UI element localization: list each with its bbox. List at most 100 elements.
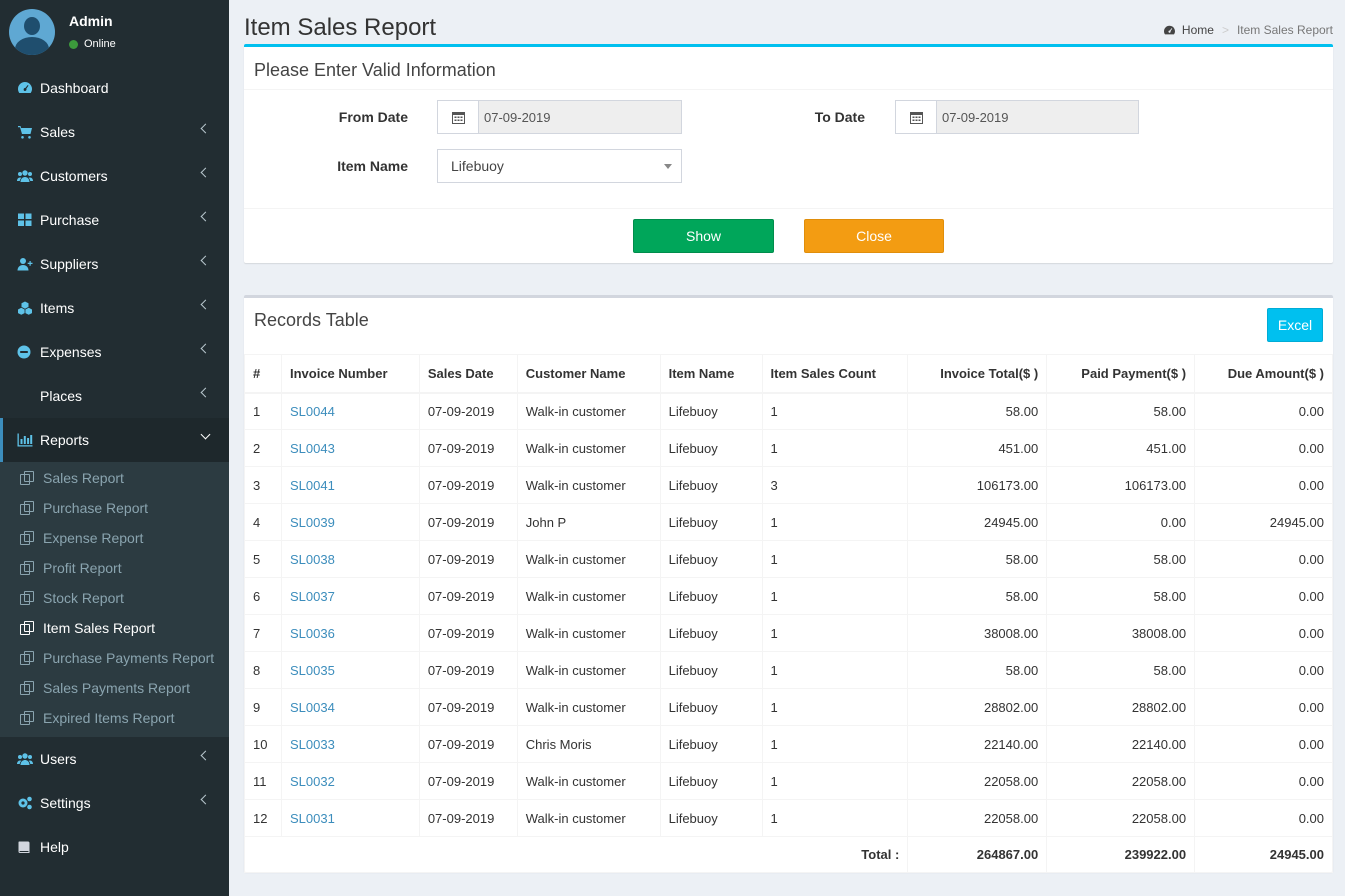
close-button[interactable]: Close: [804, 219, 944, 253]
invoice-number-link[interactable]: SL0035: [280, 651, 420, 689]
breadcrumb: Home > Item Sales Report: [1163, 23, 1333, 37]
sidebar-item-sales[interactable]: Sales: [0, 110, 229, 154]
item-name: Lifebuoy: [659, 651, 763, 689]
customer-name: Walk-in customer: [516, 614, 661, 652]
submenu-item-label: Profit Report: [43, 560, 122, 576]
sidebar-item-reports[interactable]: Reports: [0, 418, 229, 462]
column-header[interactable]: Sales Date: [418, 354, 518, 394]
show-button[interactable]: Show: [633, 219, 774, 253]
item-name-select[interactable]: Lifebuoy: [437, 149, 682, 183]
paid-payment: 451.00: [1046, 429, 1196, 467]
column-header[interactable]: Item Sales Count: [761, 354, 909, 394]
sidebar-item-users[interactable]: Users: [0, 737, 229, 781]
invoice-number-link[interactable]: SL0031: [280, 799, 420, 837]
table-row: 10 SL0033 07-09-2019 Chris Moris Lifebuoy 1 22…: [244, 725, 1333, 763]
sidebar-item-expenses[interactable]: Expenses: [0, 330, 229, 374]
table-row: 1 SL0044 07-09-2019 Walk-in customer Lifebuo…: [244, 392, 1333, 430]
user-status-label: Online: [84, 38, 116, 50]
column-header[interactable]: #: [244, 354, 282, 394]
customer-name: Walk-in customer: [516, 762, 661, 800]
submenu-item-expired-items-report[interactable]: Expired Items Report: [0, 703, 229, 733]
sidebar-item-dashboard[interactable]: Dashboard: [0, 66, 229, 110]
chevron-down-icon: [200, 429, 211, 440]
submenu-item-label: Purchase Report: [43, 500, 149, 516]
column-header[interactable]: Invoice Number: [280, 354, 420, 394]
table-row: 7 SL0036 07-09-2019 Walk-in customer Lifebuo…: [244, 614, 1333, 652]
submenu-item-label: Sales Report: [43, 470, 124, 486]
submenu-item-expense-report[interactable]: Expense Report: [0, 523, 229, 553]
sales-date: 07-09-2019: [418, 651, 518, 689]
sales-date: 07-09-2019: [418, 762, 518, 800]
item-name: Lifebuoy: [659, 466, 763, 504]
item-name: Lifebuoy: [659, 762, 763, 800]
breadcrumb-home[interactable]: Home: [1163, 23, 1214, 37]
invoice-number-link[interactable]: SL0038: [280, 540, 420, 578]
paid-payment: 22058.00: [1046, 799, 1196, 837]
invoice-number-link[interactable]: SL0037: [280, 577, 420, 615]
submenu-item-sales-report[interactable]: Sales Report: [0, 463, 229, 493]
to-date-field[interactable]: 07-09-2019: [895, 100, 1139, 134]
item-sales-count: 1: [761, 614, 909, 652]
from-date-value: 07-09-2019: [479, 101, 681, 133]
table-row: 12 SL0031 07-09-2019 Walk-in customer Lifebu…: [244, 799, 1333, 837]
from-date-field[interactable]: 07-09-2019: [437, 100, 682, 134]
invoice-number-link[interactable]: SL0039: [280, 503, 420, 541]
copy-icon: [20, 681, 34, 695]
invoice-total: 58.00: [907, 540, 1048, 578]
due-amount: 0.00: [1194, 614, 1333, 652]
sidebar-item-places[interactable]: Places: [0, 374, 229, 418]
item-name: Lifebuoy: [659, 614, 763, 652]
column-header[interactable]: Invoice Total($ ): [907, 354, 1048, 394]
submenu-item-item-sales-report[interactable]: Item Sales Report: [0, 613, 229, 643]
sidebar-item-items[interactable]: Items: [0, 286, 229, 330]
invoice-number-link[interactable]: SL0043: [280, 429, 420, 467]
avatar: [9, 9, 55, 55]
reports-submenu: Sales Report Purchase Report Expense Rep…: [0, 462, 229, 737]
divider: [244, 208, 1333, 209]
sidebar-item-suppliers[interactable]: Suppliers: [0, 242, 229, 286]
sidebar-item-label: Customers: [40, 168, 108, 184]
invoice-number-link[interactable]: SL0032: [280, 762, 420, 800]
submenu-item-purchase-payments-report[interactable]: Purchase Payments Report: [0, 643, 229, 673]
sidebar-item-settings[interactable]: Settings: [0, 781, 229, 825]
paid-payment: 106173.00: [1046, 466, 1196, 504]
sidebar: Admin Online Dashboard Sales Customers P…: [0, 0, 229, 896]
page-title: Item Sales Report: [244, 14, 437, 41]
customer-name: Walk-in customer: [516, 799, 661, 837]
submenu-item-sales-payments-report[interactable]: Sales Payments Report: [0, 673, 229, 703]
table-row: 2 SL0043 07-09-2019 Walk-in customer Lifebuo…: [244, 429, 1333, 467]
submenu-item-label: Stock Report: [43, 590, 124, 606]
sidebar-item-customers[interactable]: Customers: [0, 154, 229, 198]
chevron-left-icon: [200, 794, 211, 805]
chevron-left-icon: [200, 211, 211, 222]
submenu-item-label: Expense Report: [43, 530, 144, 546]
item-name: Lifebuoy: [659, 392, 763, 430]
invoice-number-link[interactable]: SL0036: [280, 614, 420, 652]
submenu-item-profit-report[interactable]: Profit Report: [0, 553, 229, 583]
column-header[interactable]: Customer Name: [516, 354, 661, 394]
sidebar-item-help[interactable]: Help: [0, 825, 229, 869]
item-sales-count: 1: [761, 577, 909, 615]
item-name: Lifebuoy: [659, 688, 763, 726]
invoice-number-link[interactable]: SL0034: [280, 688, 420, 726]
submenu-item-purchase-report[interactable]: Purchase Report: [0, 493, 229, 523]
sales-date: 07-09-2019: [418, 799, 518, 837]
chevron-left-icon: [200, 750, 211, 761]
submenu-item-stock-report[interactable]: Stock Report: [0, 583, 229, 613]
online-status-icon: [69, 39, 78, 49]
item-sales-count: 1: [761, 762, 909, 800]
submenu-item-label: Sales Payments Report: [43, 680, 191, 696]
excel-button[interactable]: Excel: [1267, 308, 1323, 342]
invoice-number-link[interactable]: SL0041: [280, 466, 420, 504]
invoice-number-link[interactable]: SL0044: [280, 392, 420, 430]
column-header[interactable]: Paid Payment($ ): [1046, 354, 1196, 394]
paid-payment: 0.00: [1046, 503, 1196, 541]
invoice-number-link[interactable]: SL0033: [280, 725, 420, 763]
paid-payment: 22140.00: [1046, 725, 1196, 763]
sidebar-item-purchase[interactable]: Purchase: [0, 198, 229, 242]
table-row: 4 SL0039 07-09-2019 John P Lifebuoy 1 24945.00…: [244, 503, 1333, 541]
due-amount: 0.00: [1194, 688, 1333, 726]
table-row: 9 SL0034 07-09-2019 Walk-in customer Lifebuo…: [244, 688, 1333, 726]
column-header[interactable]: Due Amount($ ): [1194, 354, 1333, 394]
column-header[interactable]: Item Name: [659, 354, 763, 394]
